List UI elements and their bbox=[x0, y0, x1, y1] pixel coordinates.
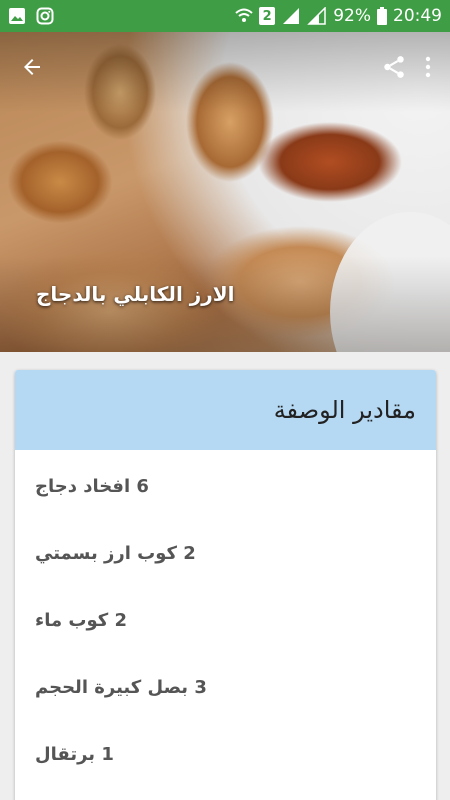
ingredient-item: 2 كوب ماء bbox=[35, 610, 128, 631]
ingredient-item: 2 كوب ارز بسمتي bbox=[35, 543, 196, 564]
clock: 20:49 bbox=[393, 6, 442, 26]
instagram-icon bbox=[36, 7, 54, 25]
battery-percent: 92% bbox=[333, 6, 371, 26]
image-icon bbox=[8, 7, 26, 25]
back-button[interactable] bbox=[10, 45, 54, 89]
arrow-back-icon bbox=[24, 59, 40, 75]
ingredient-item: 3 بصل كبيرة الحجم bbox=[35, 677, 207, 698]
status-bar: 2 92% 20:49 bbox=[0, 0, 450, 32]
ingredients-list: 6 افخاد دجاج 2 كوب ارز بسمتي 2 كوب ماء 3… bbox=[15, 453, 436, 788]
battery-icon bbox=[377, 7, 387, 25]
toolbar bbox=[0, 32, 450, 102]
ingredients-card-header: مقادير الوصفة bbox=[15, 370, 436, 450]
more-vert-icon bbox=[425, 56, 431, 78]
ingredient-item: 1 برتقال bbox=[35, 744, 114, 765]
plate-rim bbox=[330, 212, 450, 352]
signal-icon bbox=[281, 7, 301, 25]
ingredients-card: مقادير الوصفة 6 افخاد دجاج 2 كوب ارز بسم… bbox=[15, 370, 436, 800]
signal-icon-2 bbox=[307, 7, 327, 25]
more-options-button[interactable] bbox=[416, 45, 440, 89]
sim-slot-badge: 2 bbox=[259, 7, 276, 25]
share-button[interactable] bbox=[372, 45, 416, 89]
ingredients-card-title: مقادير الوصفة bbox=[273, 396, 416, 424]
share-icon bbox=[384, 56, 404, 78]
ingredient-item: 6 افخاد دجاج bbox=[35, 476, 149, 497]
recipe-title: الارز الكابلي بالدجاج bbox=[36, 282, 235, 306]
wifi-icon bbox=[235, 7, 253, 25]
